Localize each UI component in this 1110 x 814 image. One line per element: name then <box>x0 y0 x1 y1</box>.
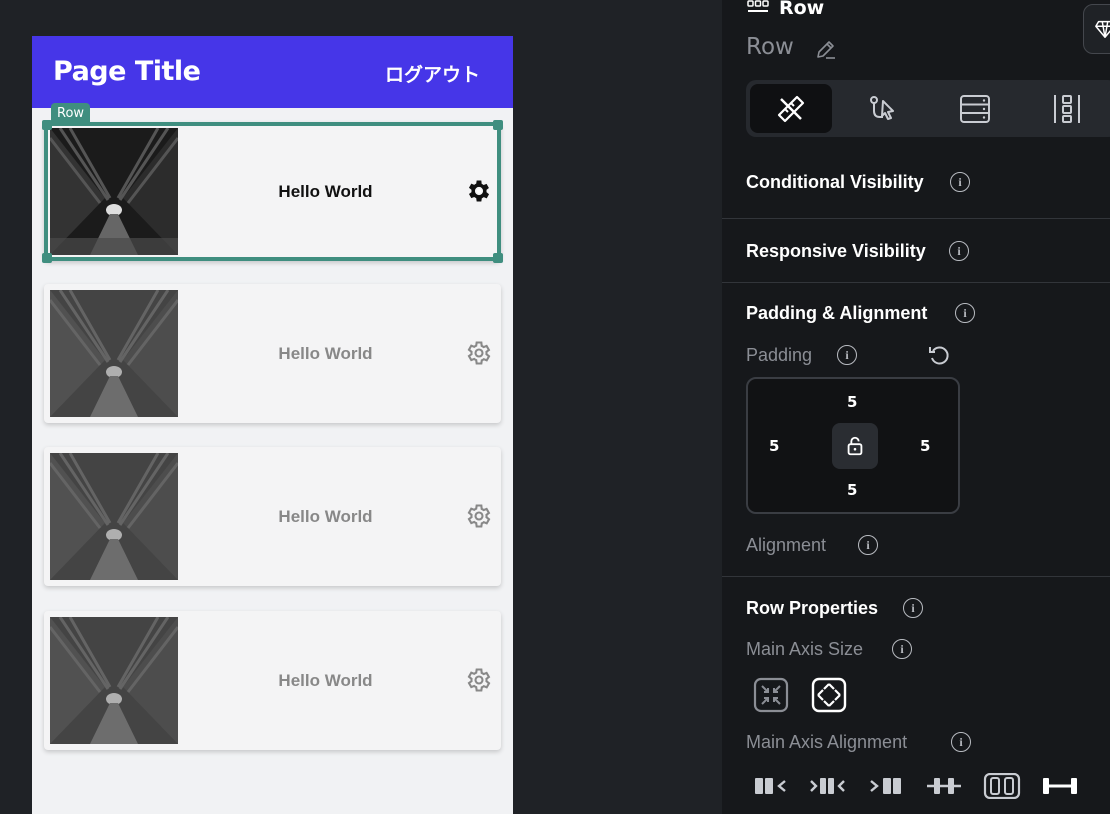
padding-top-value[interactable]: 5 <box>847 393 857 411</box>
unlock-icon <box>847 436 863 456</box>
main-axis-alignment-label: Main Axis Alignment <box>746 732 908 752</box>
flow-pointer-icon <box>870 95 894 120</box>
card-label: Hello World <box>278 181 373 201</box>
info-icon[interactable]: i <box>955 303 975 323</box>
row-selection-tag: Row <box>51 103 91 125</box>
phone-preview: Page Title ログアウト Row Hello World Hello W… <box>32 36 513 814</box>
info-icon[interactable]: i <box>892 639 912 659</box>
align-end-icon <box>870 778 901 794</box>
gear-icon[interactable] <box>465 502 493 530</box>
align-center-icon <box>810 778 845 794</box>
tree-tunnel-image <box>50 617 178 744</box>
shrink-icon <box>753 677 789 713</box>
widget-type-title: Row <box>779 0 825 19</box>
padding-right-value[interactable]: 5 <box>920 437 930 455</box>
main-axis-size-label: Main Axis Size <box>746 639 864 659</box>
app-bar: Page Title ログアウト <box>32 36 513 108</box>
main-axis-max-button[interactable] <box>810 676 848 714</box>
responsive-visibility-title[interactable]: Responsive Visibility <box>746 241 926 262</box>
info-icon[interactable]: i <box>858 535 878 555</box>
gem-button[interactable] <box>1083 4 1110 54</box>
card-label: Hello World <box>278 506 373 526</box>
tree-tunnel-image <box>50 290 178 417</box>
align-space-around-button[interactable] <box>982 771 1022 801</box>
space-around-icon <box>983 773 1021 799</box>
card-label: Hello World <box>278 343 373 363</box>
tree-tunnel-image <box>50 128 178 255</box>
padding-label: Padding <box>746 345 813 365</box>
alignment-label: Alignment <box>746 535 827 555</box>
divider <box>722 576 1110 577</box>
list-item[interactable]: Hello World <box>44 611 501 750</box>
tree-tunnel-image <box>50 453 178 580</box>
align-start-button[interactable] <box>752 771 792 801</box>
padding-left-value[interactable]: 5 <box>769 437 779 455</box>
widget-name[interactable]: Row <box>746 34 794 60</box>
pencil-icon[interactable] <box>814 37 838 61</box>
align-start-icon <box>755 778 786 794</box>
selection-handle[interactable] <box>42 253 52 263</box>
selection-handle[interactable] <box>493 253 503 263</box>
tab-layout[interactable] <box>1026 84 1108 133</box>
space-between-icon <box>927 778 961 794</box>
info-icon[interactable]: i <box>949 241 969 261</box>
align-space-between-button[interactable] <box>924 771 964 801</box>
align-space-evenly-button[interactable] <box>1040 771 1080 801</box>
info-icon[interactable]: i <box>951 732 971 752</box>
selection-handle[interactable] <box>493 120 503 130</box>
properties-panel: Row Row Conditional Visibility i Respons… <box>722 0 1110 814</box>
server-icon <box>960 94 990 123</box>
padding-alignment-title: Padding & Alignment <box>746 303 928 323</box>
space-evenly-icon <box>1043 778 1077 794</box>
list-item[interactable]: Hello World <box>44 284 501 423</box>
property-tabs <box>746 80 1110 137</box>
padding-bottom-value[interactable]: 5 <box>847 481 857 499</box>
list-item[interactable]: Hello World <box>44 447 501 586</box>
align-end-button[interactable] <box>866 771 906 801</box>
divider <box>722 282 1110 283</box>
info-icon[interactable]: i <box>903 598 923 618</box>
column-layout-icon <box>1054 94 1080 123</box>
row-properties-title: Row Properties <box>746 598 879 618</box>
main-axis-min-button[interactable] <box>752 676 790 714</box>
padding-lock-button[interactable] <box>832 423 878 469</box>
row-widget-icon <box>747 0 769 12</box>
tab-actions[interactable] <box>842 84 924 133</box>
tab-properties[interactable] <box>750 84 832 133</box>
gear-icon[interactable] <box>465 339 493 367</box>
card-label: Hello World <box>278 670 373 690</box>
gear-icon[interactable] <box>465 666 493 694</box>
align-center-button[interactable] <box>808 771 848 801</box>
divider <box>722 218 1110 219</box>
gear-icon[interactable] <box>465 177 493 205</box>
page-title: Page Title <box>53 56 201 87</box>
list-item[interactable]: Hello World <box>42 120 503 263</box>
expand-icon <box>811 677 847 713</box>
reset-icon[interactable] <box>927 343 951 367</box>
ruler-pencil-icon <box>777 95 805 122</box>
padding-editor: 5 5 5 5 <box>746 377 960 514</box>
conditional-visibility-title[interactable]: Conditional Visibility <box>746 172 924 193</box>
info-icon[interactable]: i <box>837 345 857 365</box>
info-icon[interactable]: i <box>950 172 970 192</box>
diamond-icon <box>1095 20 1110 38</box>
logout-button[interactable]: ログアウト <box>385 60 480 87</box>
tab-backend-query[interactable] <box>934 84 1016 133</box>
